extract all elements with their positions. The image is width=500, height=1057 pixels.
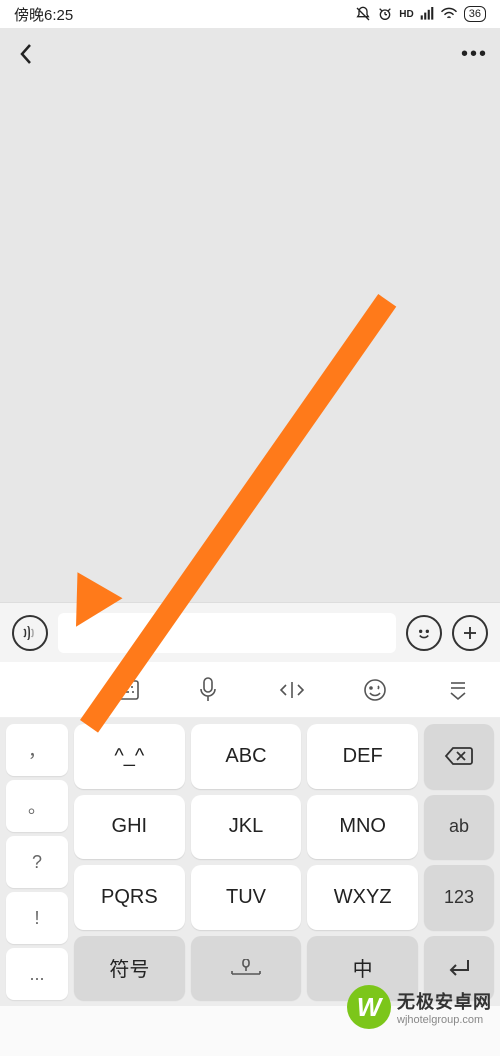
key-123[interactable]: 123 (424, 865, 494, 930)
punct-key-question[interactable]: ? (6, 836, 68, 888)
emoji-button[interactable] (406, 615, 442, 651)
key-pqrs[interactable]: PQRS (74, 865, 185, 930)
back-button[interactable] (12, 43, 40, 65)
signal-icon (420, 7, 434, 21)
wifi-icon (440, 7, 458, 21)
plus-button[interactable] (452, 615, 488, 651)
voice-button[interactable] (12, 615, 48, 651)
key-wxyz[interactable]: WXYZ (307, 865, 418, 930)
dnd-icon (355, 6, 371, 22)
punct-key-ellipsis[interactable]: ... (6, 948, 68, 1000)
status-right: HD 36 (355, 6, 486, 22)
alarm-icon (377, 6, 393, 22)
battery-icon: 36 (464, 6, 486, 22)
mic-icon[interactable] (178, 677, 238, 703)
keyboard-toolbar (0, 662, 500, 718)
keyboard-main: ^_^ ABC DEF GHI JKL MNO PQRS TUV WXYZ 符号… (74, 724, 418, 1000)
keyboard-punct-column: ， 。 ? ! ... (6, 724, 68, 1000)
status-time: 傍晚6:25 (14, 4, 73, 25)
watermark-line1: 无极安卓网 (397, 988, 492, 1014)
key-mno[interactable]: MNO (307, 795, 418, 860)
key-face[interactable]: ^_^ (74, 724, 185, 789)
watermark: W 无极安卓网 wjhotelgroup.com (347, 985, 492, 1029)
key-ghi[interactable]: GHI (74, 795, 185, 860)
key-tuv[interactable]: TUV (191, 865, 302, 930)
emoji-tool-icon[interactable] (345, 678, 405, 702)
punct-key-comma[interactable]: ， (6, 724, 68, 776)
chat-header: ••• (0, 28, 500, 80)
punct-key-period[interactable]: 。 (6, 780, 68, 832)
key-jkl[interactable]: JKL (191, 795, 302, 860)
watermark-logo: W (347, 985, 391, 1029)
watermark-line2: wjhotelgroup.com (397, 1014, 492, 1026)
collapse-keyboard-icon[interactable] (428, 679, 488, 701)
keyboard-right-column: ab 123 (424, 724, 494, 1000)
cursor-move-icon[interactable] (262, 679, 322, 701)
more-button[interactable]: ••• (448, 43, 488, 66)
key-abc[interactable]: ABC (191, 724, 302, 789)
key-def[interactable]: DEF (307, 724, 418, 789)
status-bar: 傍晚6:25 HD 36 (0, 0, 500, 28)
key-ab[interactable]: ab (424, 795, 494, 860)
key-symbols[interactable]: 符号 (74, 936, 185, 1001)
punct-key-exclaim[interactable]: ! (6, 892, 68, 944)
chat-body (0, 80, 500, 602)
key-backspace[interactable] (424, 724, 494, 789)
hd-signal-icon: HD (399, 9, 413, 20)
key-space[interactable] (191, 936, 302, 1001)
keyboard: ， 。 ? ! ... ^_^ ABC DEF GHI JKL MNO PQRS… (0, 718, 500, 1006)
